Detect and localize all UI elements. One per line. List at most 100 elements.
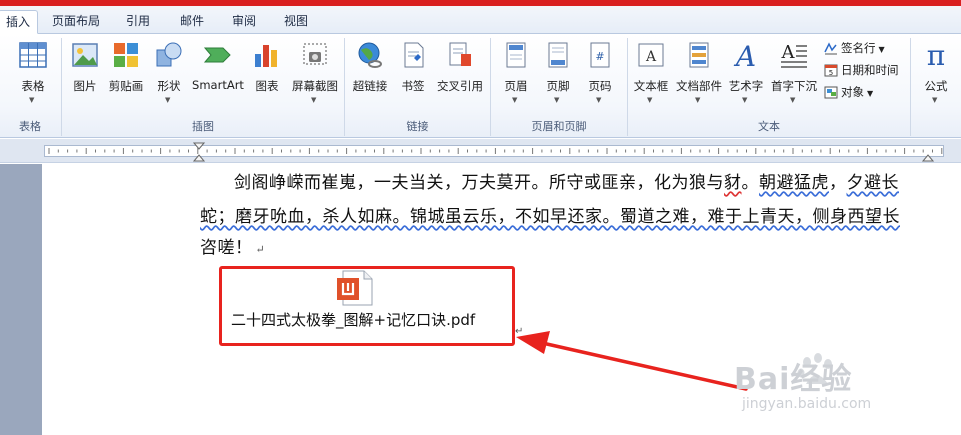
grammar-flag-word: 朝避猛虎 — [759, 173, 829, 193]
smartart-button[interactable]: SmartArt — [190, 38, 246, 116]
header-button[interactable]: 页眉 ▼ — [496, 38, 536, 116]
line-1-punct: 。 — [741, 173, 759, 193]
table-button-label: 表格 — [21, 79, 45, 93]
header-button-label: 页眉 — [504, 79, 528, 93]
clipart-icon — [114, 43, 138, 67]
text-box-button-label: 文本框 — [633, 79, 669, 93]
wordart-button-label: 艺术字 — [728, 79, 764, 93]
picture-icon — [72, 43, 98, 67]
globe-link-icon — [358, 42, 382, 68]
footer-button[interactable]: 页脚 ▼ — [538, 38, 578, 116]
line-3-text: 咨嗟！ — [200, 238, 253, 258]
chevron-down-icon: ▼ — [867, 89, 874, 98]
svg-text:A: A — [645, 49, 657, 65]
shapes-button[interactable]: 形状 ▼ — [150, 38, 188, 116]
page-number-button-label: 页码 — [588, 79, 612, 93]
tab-mailings[interactable]: 邮件 — [170, 10, 214, 34]
picture-button-label: 图片 — [73, 79, 97, 93]
indent-marker-icon[interactable] — [193, 142, 205, 162]
group-label-illustrations: 插图 — [192, 120, 214, 133]
chevron-down-icon: ▼ — [512, 96, 518, 104]
ribbon-insert-panel: 表格 ▼ 表格 图片 剪贴画 形状 ▼ SmartArt 图表 屏幕截图 ▼ 插… — [0, 34, 961, 138]
group-label-text: 文本 — [758, 120, 780, 133]
chevron-down-icon: ▼ — [695, 96, 701, 104]
tab-insert[interactable]: 插入 — [0, 10, 38, 34]
smartart-button-label: SmartArt — [192, 78, 244, 92]
cross-reference-button-label: 交叉引用 — [437, 79, 483, 93]
shapes-icon — [156, 42, 182, 67]
equation-button-label: 公式 — [924, 79, 948, 93]
wordart-button[interactable]: A 艺术字 ▼ — [726, 38, 766, 116]
svg-text:π: π — [927, 40, 945, 70]
watermark-brand: Bai经验 — [734, 362, 853, 397]
tab-page-layout[interactable]: 页面布局 — [44, 10, 108, 34]
right-indent-marker-icon[interactable] — [922, 142, 934, 162]
screenshot-button-label: 屏幕截图 — [292, 79, 338, 93]
baidu-watermark: Bai经验 jingyan.baidu.com — [726, 350, 951, 430]
date-time-button[interactable]: 5 日期和时间 — [824, 60, 899, 80]
document-line-1: 剑阁峥嵘而崔嵬，一夫当关，万夫莫开。所守或匪亲，化为狼与豺。朝避猛虎，夕避长 — [234, 168, 899, 193]
chevron-down-icon: ▼ — [311, 96, 317, 104]
object-label: 对象 — [841, 85, 864, 99]
page-number-icon: # — [590, 42, 610, 68]
quick-parts-button[interactable]: 文档部件 ▼ — [674, 38, 724, 116]
signature-line-button[interactable]: 签名行 ▼ — [824, 38, 885, 58]
header-icon — [506, 42, 526, 68]
line-1-text: 剑阁峥嵘而崔嵬，一夫当关，万夫莫开。所守或匪亲，化为狼与 — [234, 173, 724, 193]
document-left-margin — [0, 164, 42, 435]
spell-error-word: 豺 — [724, 173, 742, 193]
chevron-down-icon: ▼ — [647, 96, 653, 104]
chart-button-label: 图表 — [255, 79, 279, 93]
bookmark-icon — [404, 42, 424, 68]
date-time-label: 日期和时间 — [841, 63, 899, 77]
quick-parts-button-label: 文档部件 — [676, 79, 722, 93]
tab-review[interactable]: 审阅 — [222, 10, 266, 34]
chevron-down-icon: ▼ — [932, 96, 938, 104]
chart-button[interactable]: 图表 — [248, 38, 286, 116]
bar-chart-icon — [255, 45, 277, 67]
equation-button[interactable]: π 公式 ▼ — [914, 38, 958, 116]
table-button[interactable]: 表格 ▼ — [8, 38, 58, 116]
horizontal-ruler[interactable] — [0, 139, 961, 163]
svg-text:A: A — [733, 40, 756, 70]
paragraph-mark: ↵ — [255, 243, 266, 256]
picture-button[interactable]: 图片 — [66, 38, 104, 116]
bookmark-button[interactable]: 书签 — [396, 38, 430, 116]
screenshot-button[interactable]: 屏幕截图 ▼ — [288, 38, 342, 116]
footer-button-label: 页脚 — [546, 79, 570, 93]
group-separator — [910, 38, 911, 136]
pi-icon: π — [927, 40, 945, 70]
signature-line-label: 签名行 — [841, 41, 876, 55]
object-icon — [824, 86, 838, 99]
clipart-button[interactable]: 剪贴画 — [106, 38, 146, 116]
document-line-2: 蛇；磨牙吮血，杀人如麻。锦城虽云乐，不如早还家。蜀道之难，难于上青天，侧身西望长 — [200, 202, 900, 227]
line-1-comma: ， — [829, 173, 847, 193]
hyperlink-button[interactable]: 超链接 — [348, 38, 392, 116]
chevron-down-icon: ▼ — [742, 96, 748, 104]
cross-reference-icon — [449, 42, 471, 66]
svg-text:#: # — [595, 50, 604, 63]
drop-cap-button[interactable]: A 首字下沉 ▼ — [768, 38, 820, 116]
drop-cap-button-label: 首字下沉 — [771, 79, 817, 93]
ruler-ticks — [48, 148, 943, 154]
group-label-header-footer: 页眉和页脚 — [531, 120, 587, 133]
page-number-button[interactable]: # 页码 ▼ — [580, 38, 620, 116]
signature-line-icon — [824, 42, 837, 55]
ruler-strip — [44, 145, 944, 157]
tab-references[interactable]: 引用 — [116, 10, 160, 34]
chevron-down-icon: ▼ — [165, 96, 171, 104]
chevron-down-icon: ▼ — [790, 96, 796, 104]
group-label-links: 链接 — [406, 120, 429, 133]
annotation-arrow-icon — [516, 331, 748, 391]
tab-view[interactable]: 视图 — [274, 10, 318, 34]
footer-icon — [548, 42, 568, 68]
cross-reference-button[interactable]: 交叉引用 — [432, 38, 488, 116]
wordart-icon: A — [733, 40, 756, 70]
text-box-icon: A — [638, 43, 664, 67]
chevron-down-icon: ▼ — [878, 45, 885, 54]
text-box-button[interactable]: A 文本框 ▼ — [630, 38, 672, 116]
clipart-button-label: 剪贴画 — [108, 79, 144, 93]
object-button[interactable]: 对象 ▼ — [824, 82, 873, 102]
group-label-tables: 表格 — [19, 120, 41, 133]
screenshot-icon — [303, 43, 327, 65]
